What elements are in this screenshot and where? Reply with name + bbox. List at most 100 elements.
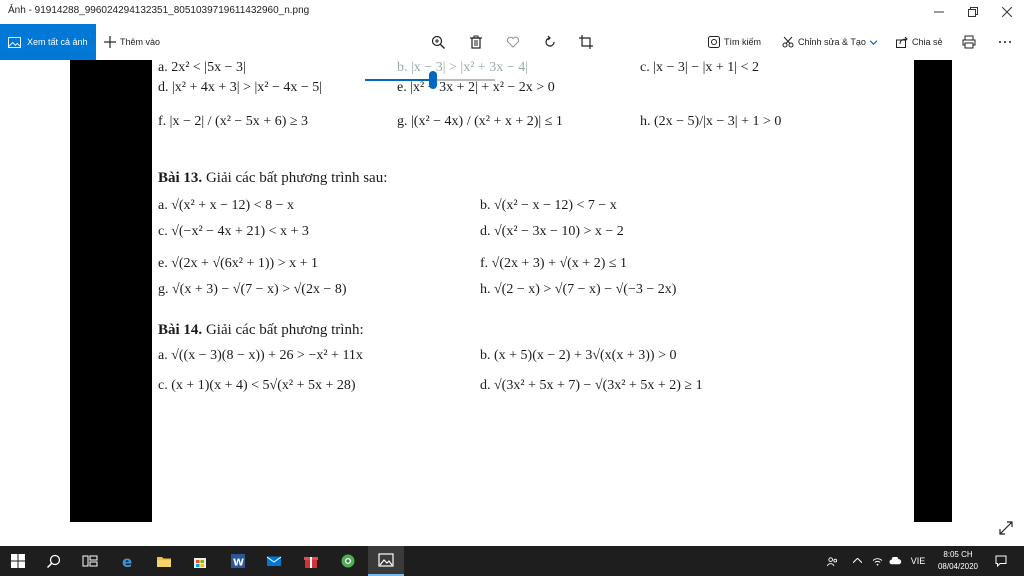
bai14-b: b. (x + 5)(x − 2) + 3√(x(x + 3)) > 0	[480, 348, 677, 363]
windows-logo-icon	[11, 554, 25, 568]
problem-e-row2: e. |x² − 3x + 2| + x² − 2x > 0	[397, 80, 555, 95]
rotate-button[interactable]	[541, 33, 559, 51]
window-title: Ảnh - 91914288_996024294132351_805103971…	[8, 5, 310, 16]
plus-icon	[104, 36, 116, 48]
more-button[interactable]	[996, 33, 1014, 51]
close-button[interactable]	[990, 0, 1024, 24]
close-icon	[1002, 7, 1012, 17]
svg-text:W: W	[233, 558, 244, 569]
start-button[interactable]	[0, 546, 36, 576]
scissors-icon	[782, 36, 794, 48]
problem-b-row1: b. |x − 3| > |x² + 3x − 4|	[397, 60, 528, 75]
bai13-instruction: Giải các bất phương trình sau:	[205, 170, 388, 186]
bai13-b: b. √(x² − x − 12) < 7 − x	[480, 198, 617, 213]
toolbar: Xem tất cả ảnh Thêm vào Tìm kiếm Chỉnh s…	[0, 24, 1024, 60]
bai13-e: e. √(2x + √(6x² + 1)) > x + 1	[158, 256, 319, 271]
favorite-button[interactable]	[504, 33, 522, 51]
wifi-icon	[872, 557, 882, 566]
find-label: Tìm kiếm	[724, 37, 761, 47]
file-explorer-taskbar-button[interactable]	[146, 546, 182, 576]
zoom-button[interactable]	[429, 33, 447, 51]
bai14-title: Bài 14.	[158, 322, 203, 338]
letterbox-left	[70, 60, 152, 522]
coccoc-taskbar-button[interactable]	[330, 546, 366, 576]
edit-create-button[interactable]: Chỉnh sửa & Tạo	[782, 24, 877, 60]
share-button[interactable]: Chia sẻ	[896, 24, 943, 60]
mail-icon	[266, 556, 282, 566]
minimize-button[interactable]	[922, 0, 956, 24]
people-tray-button[interactable]	[822, 546, 842, 576]
fullscreen-button[interactable]	[996, 518, 1016, 538]
search-icon	[46, 554, 61, 569]
bai14-heading: Bài 14. Giải các bất phương trình:	[158, 322, 364, 339]
clock-time: 8:05 CH	[943, 550, 973, 559]
notification-icon	[995, 555, 1007, 567]
problem-g-row3: g. |(x² − 4x) / (x² + x + 2)| ≤ 1	[397, 114, 563, 129]
edit-create-label: Chỉnh sửa & Tạo	[798, 37, 866, 47]
crop-icon	[579, 35, 593, 49]
problem-d-row2: d. |x² + 4x + 3| > |x² − 4x − 5|	[158, 80, 323, 95]
photos-taskbar-button[interactable]	[368, 546, 404, 576]
add-to-button[interactable]: Thêm vào	[104, 24, 160, 60]
folder-icon	[157, 557, 171, 567]
bai14-d: d. √(3x² + 5x + 7) − √(3x² + 5x + 2) ≥ 1	[480, 378, 703, 393]
problem-f-row3: f. |x − 2| / (x² − 5x + 6) ≥ 3	[158, 114, 309, 129]
input-language-button[interactable]: VIE	[906, 546, 930, 576]
share-icon	[896, 36, 908, 48]
print-button[interactable]	[960, 33, 978, 51]
photos-icon	[8, 36, 21, 48]
gift-icon	[304, 557, 318, 568]
restore-button[interactable]	[956, 0, 990, 24]
printer-icon	[962, 35, 976, 49]
browser-icon	[341, 554, 355, 568]
add-to-label: Thêm vào	[120, 37, 161, 47]
bai14-instruction: Giải các bất phương trình:	[205, 322, 364, 338]
see-all-photos-button[interactable]: Xem tất cả ảnh	[0, 24, 96, 60]
crop-button[interactable]	[577, 33, 595, 51]
edge-icon: e	[122, 553, 132, 569]
show-hidden-icons-button[interactable]	[848, 546, 866, 576]
bai13-f: f. √(2x + 3) + √(x + 2) ≤ 1	[480, 256, 628, 271]
bai13-heading: Bài 13. Giải các bất phương trình sau:	[158, 170, 387, 187]
wifi-tray-button[interactable]	[868, 546, 886, 576]
task-view-button[interactable]	[72, 546, 108, 576]
people-icon	[826, 556, 837, 566]
zoom-slider-thumb[interactable]	[429, 71, 437, 89]
letterbox-right	[914, 60, 952, 522]
search-taskbar-button[interactable]	[36, 546, 72, 576]
bai13-g: g. √(x + 3) − √(7 − x) > √(2x − 8)	[158, 282, 347, 297]
word-taskbar-button[interactable]: W	[220, 546, 256, 576]
bai13-a: a. √(x² + x − 12) < 8 − x	[158, 198, 295, 213]
mail-taskbar-button[interactable]	[256, 546, 292, 576]
action-center-button[interactable]	[988, 546, 1014, 576]
problem-h-row3: h. (2x − 5)/|x − 3| + 1 > 0	[640, 114, 782, 129]
photos-app-icon	[378, 553, 394, 567]
share-label: Chia sẻ	[912, 37, 943, 47]
windows-taskbar: e W VIE 8:05 CH 08/04/2020	[0, 546, 1024, 576]
bai13-h: h. √(2 − x) > √(7 − x) − √(−3 − 2x)	[480, 282, 677, 297]
problem-c-row1: c. |x − 3| − |x + 1| < 2	[640, 60, 760, 75]
delete-button[interactable]	[467, 33, 485, 51]
see-all-label: Xem tất cả ảnh	[27, 37, 88, 47]
bai13-d: d. √(x² − 3x − 10) > x − 2	[480, 224, 624, 239]
cloud-icon	[888, 557, 901, 565]
rotate-icon	[545, 35, 555, 47]
gift-taskbar-button[interactable]	[293, 546, 329, 576]
expand-icon	[999, 521, 1013, 535]
store-taskbar-button[interactable]	[182, 546, 218, 576]
bai13-title: Bài 13.	[158, 170, 203, 186]
more-icon	[999, 41, 1011, 43]
zoom-slider-fill	[365, 79, 433, 81]
task-view-icon	[82, 555, 98, 567]
trash-icon	[470, 35, 482, 49]
onedrive-tray-button[interactable]	[886, 546, 904, 576]
problem-a-row1: a. 2x² < |5x − 3|	[158, 60, 246, 75]
store-icon	[194, 558, 206, 568]
visual-search-icon	[708, 36, 720, 48]
taskbar-clock[interactable]: 8:05 CH 08/04/2020	[930, 549, 986, 573]
edge-taskbar-button[interactable]: e	[110, 546, 146, 576]
heart-icon	[506, 36, 520, 48]
restore-icon	[968, 7, 978, 17]
math-document-image: a. 2x² < |5x − 3| b. |x − 3| > |x² + 3x …	[152, 60, 914, 522]
find-button[interactable]: Tìm kiếm	[708, 24, 761, 60]
